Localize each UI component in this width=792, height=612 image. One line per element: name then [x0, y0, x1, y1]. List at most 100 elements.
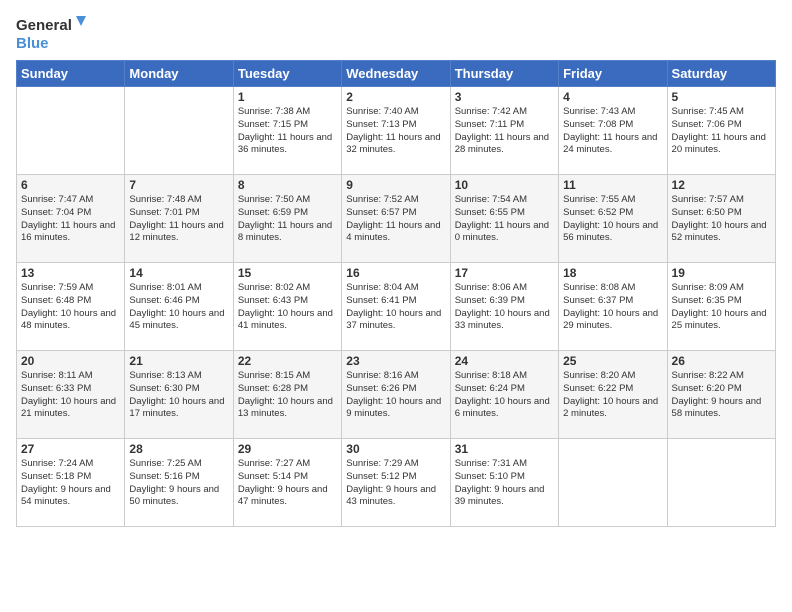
- day-info: Sunrise: 7:25 AM Sunset: 5:16 PM Dayligh…: [129, 458, 228, 509]
- day-number: 16: [346, 266, 445, 280]
- day-number: 9: [346, 178, 445, 192]
- calendar-cell: 17 Sunrise: 8:06 AM Sunset: 6:39 PM Dayli…: [450, 263, 558, 351]
- calendar-cell: 25 Sunrise: 8:20 AM Sunset: 6:22 PM Dayli…: [559, 351, 667, 439]
- calendar-cell: 20 Sunrise: 8:11 AM Sunset: 6:33 PM Dayli…: [17, 351, 125, 439]
- day-number: 4: [563, 90, 662, 104]
- header-row: SundayMondayTuesdayWednesdayThursdayFrid…: [17, 61, 776, 87]
- day-info: Sunrise: 7:47 AM Sunset: 7:04 PM Dayligh…: [21, 194, 120, 245]
- svg-text:General: General: [16, 17, 72, 34]
- day-number: 22: [238, 354, 337, 368]
- day-info: Sunrise: 8:02 AM Sunset: 6:43 PM Dayligh…: [238, 282, 337, 333]
- day-info: Sunrise: 7:31 AM Sunset: 5:10 PM Dayligh…: [455, 458, 554, 509]
- day-info: Sunrise: 8:11 AM Sunset: 6:33 PM Dayligh…: [21, 370, 120, 421]
- day-info: Sunrise: 7:38 AM Sunset: 7:15 PM Dayligh…: [238, 106, 337, 157]
- week-row-5: 27 Sunrise: 7:24 AM Sunset: 5:18 PM Dayli…: [17, 439, 776, 527]
- day-number: 28: [129, 442, 228, 456]
- calendar-cell: [17, 87, 125, 175]
- day-number: 6: [21, 178, 120, 192]
- day-number: 13: [21, 266, 120, 280]
- day-number: 18: [563, 266, 662, 280]
- col-header-wednesday: Wednesday: [342, 61, 450, 87]
- calendar-cell: 16 Sunrise: 8:04 AM Sunset: 6:41 PM Dayli…: [342, 263, 450, 351]
- day-info: Sunrise: 8:15 AM Sunset: 6:28 PM Dayligh…: [238, 370, 337, 421]
- day-number: 2: [346, 90, 445, 104]
- week-row-3: 13 Sunrise: 7:59 AM Sunset: 6:48 PM Dayli…: [17, 263, 776, 351]
- col-header-friday: Friday: [559, 61, 667, 87]
- day-info: Sunrise: 8:18 AM Sunset: 6:24 PM Dayligh…: [455, 370, 554, 421]
- logo-svg: General Blue: [16, 12, 86, 54]
- col-header-monday: Monday: [125, 61, 233, 87]
- calendar-cell: 5 Sunrise: 7:45 AM Sunset: 7:06 PM Daylig…: [667, 87, 775, 175]
- calendar-cell: 12Sunrise: 7:57 AM Sunset: 6:50 PM Dayli…: [667, 175, 775, 263]
- logo: General Blue: [16, 12, 86, 54]
- calendar-cell: 2 Sunrise: 7:40 AM Sunset: 7:13 PM Daylig…: [342, 87, 450, 175]
- day-number: 23: [346, 354, 445, 368]
- day-number: 17: [455, 266, 554, 280]
- calendar-cell: 27 Sunrise: 7:24 AM Sunset: 5:18 PM Dayli…: [17, 439, 125, 527]
- day-number: 27: [21, 442, 120, 456]
- day-info: Sunrise: 8:01 AM Sunset: 6:46 PM Dayligh…: [129, 282, 228, 333]
- calendar-cell: 21 Sunrise: 8:13 AM Sunset: 6:30 PM Dayli…: [125, 351, 233, 439]
- day-number: 19: [672, 266, 771, 280]
- day-info: Sunrise: 8:04 AM Sunset: 6:41 PM Dayligh…: [346, 282, 445, 333]
- calendar-cell: 15Sunrise: 8:02 AM Sunset: 6:43 PM Dayli…: [233, 263, 341, 351]
- calendar-cell: 6 Sunrise: 7:47 AM Sunset: 7:04 PM Daylig…: [17, 175, 125, 263]
- calendar-cell: 23Sunrise: 8:16 AM Sunset: 6:26 PM Dayli…: [342, 351, 450, 439]
- col-header-saturday: Saturday: [667, 61, 775, 87]
- day-info: Sunrise: 7:40 AM Sunset: 7:13 PM Dayligh…: [346, 106, 445, 157]
- day-info: Sunrise: 7:50 AM Sunset: 6:59 PM Dayligh…: [238, 194, 337, 245]
- page: General Blue SundayMondayTuesdayWednesda…: [0, 0, 792, 612]
- calendar-cell: [667, 439, 775, 527]
- day-info: Sunrise: 7:54 AM Sunset: 6:55 PM Dayligh…: [455, 194, 554, 245]
- day-info: Sunrise: 7:43 AM Sunset: 7:08 PM Dayligh…: [563, 106, 662, 157]
- calendar-cell: 22 Sunrise: 8:15 AM Sunset: 6:28 PM Dayli…: [233, 351, 341, 439]
- day-number: 25: [563, 354, 662, 368]
- day-number: 14: [129, 266, 228, 280]
- day-number: 31: [455, 442, 554, 456]
- day-info: Sunrise: 8:22 AM Sunset: 6:20 PM Dayligh…: [672, 370, 771, 421]
- day-info: Sunrise: 7:27 AM Sunset: 5:14 PM Dayligh…: [238, 458, 337, 509]
- day-info: Sunrise: 7:52 AM Sunset: 6:57 PM Dayligh…: [346, 194, 445, 245]
- calendar-cell: 11Sunrise: 7:55 AM Sunset: 6:52 PM Dayli…: [559, 175, 667, 263]
- day-info: Sunrise: 7:48 AM Sunset: 7:01 PM Dayligh…: [129, 194, 228, 245]
- day-info: Sunrise: 7:59 AM Sunset: 6:48 PM Dayligh…: [21, 282, 120, 333]
- calendar: SundayMondayTuesdayWednesdayThursdayFrid…: [16, 60, 776, 527]
- day-info: Sunrise: 7:42 AM Sunset: 7:11 PM Dayligh…: [455, 106, 554, 157]
- day-info: Sunrise: 7:45 AM Sunset: 7:06 PM Dayligh…: [672, 106, 771, 157]
- calendar-cell: 29 Sunrise: 7:27 AM Sunset: 5:14 PM Dayli…: [233, 439, 341, 527]
- day-number: 1: [238, 90, 337, 104]
- day-number: 29: [238, 442, 337, 456]
- calendar-cell: 18 Sunrise: 8:08 AM Sunset: 6:37 PM Dayli…: [559, 263, 667, 351]
- calendar-cell: 30Sunrise: 7:29 AM Sunset: 5:12 PM Dayli…: [342, 439, 450, 527]
- calendar-cell: [125, 87, 233, 175]
- day-info: Sunrise: 8:06 AM Sunset: 6:39 PM Dayligh…: [455, 282, 554, 333]
- calendar-cell: [559, 439, 667, 527]
- day-info: Sunrise: 8:20 AM Sunset: 6:22 PM Dayligh…: [563, 370, 662, 421]
- day-number: 20: [21, 354, 120, 368]
- day-number: 24: [455, 354, 554, 368]
- calendar-cell: 28 Sunrise: 7:25 AM Sunset: 5:16 PM Dayli…: [125, 439, 233, 527]
- week-row-4: 20 Sunrise: 8:11 AM Sunset: 6:33 PM Dayli…: [17, 351, 776, 439]
- calendar-cell: 7Sunrise: 7:48 AM Sunset: 7:01 PM Daylig…: [125, 175, 233, 263]
- day-number: 5: [672, 90, 771, 104]
- day-info: Sunrise: 7:24 AM Sunset: 5:18 PM Dayligh…: [21, 458, 120, 509]
- calendar-cell: 14 Sunrise: 8:01 AM Sunset: 6:46 PM Dayli…: [125, 263, 233, 351]
- day-number: 10: [455, 178, 554, 192]
- day-info: Sunrise: 8:13 AM Sunset: 6:30 PM Dayligh…: [129, 370, 228, 421]
- calendar-cell: 9 Sunrise: 7:52 AM Sunset: 6:57 PM Daylig…: [342, 175, 450, 263]
- calendar-cell: 3 Sunrise: 7:42 AM Sunset: 7:11 PM Daylig…: [450, 87, 558, 175]
- day-info: Sunrise: 8:08 AM Sunset: 6:37 PM Dayligh…: [563, 282, 662, 333]
- col-header-thursday: Thursday: [450, 61, 558, 87]
- col-header-sunday: Sunday: [17, 61, 125, 87]
- day-info: Sunrise: 7:55 AM Sunset: 6:52 PM Dayligh…: [563, 194, 662, 245]
- day-info: Sunrise: 7:29 AM Sunset: 5:12 PM Dayligh…: [346, 458, 445, 509]
- calendar-cell: 1 Sunrise: 7:38 AM Sunset: 7:15 PM Daylig…: [233, 87, 341, 175]
- col-header-tuesday: Tuesday: [233, 61, 341, 87]
- week-row-2: 6 Sunrise: 7:47 AM Sunset: 7:04 PM Daylig…: [17, 175, 776, 263]
- header: General Blue: [16, 12, 776, 54]
- day-number: 8: [238, 178, 337, 192]
- day-number: 3: [455, 90, 554, 104]
- day-info: Sunrise: 7:57 AM Sunset: 6:50 PM Dayligh…: [672, 194, 771, 245]
- day-number: 21: [129, 354, 228, 368]
- calendar-cell: 26Sunrise: 8:22 AM Sunset: 6:20 PM Dayli…: [667, 351, 775, 439]
